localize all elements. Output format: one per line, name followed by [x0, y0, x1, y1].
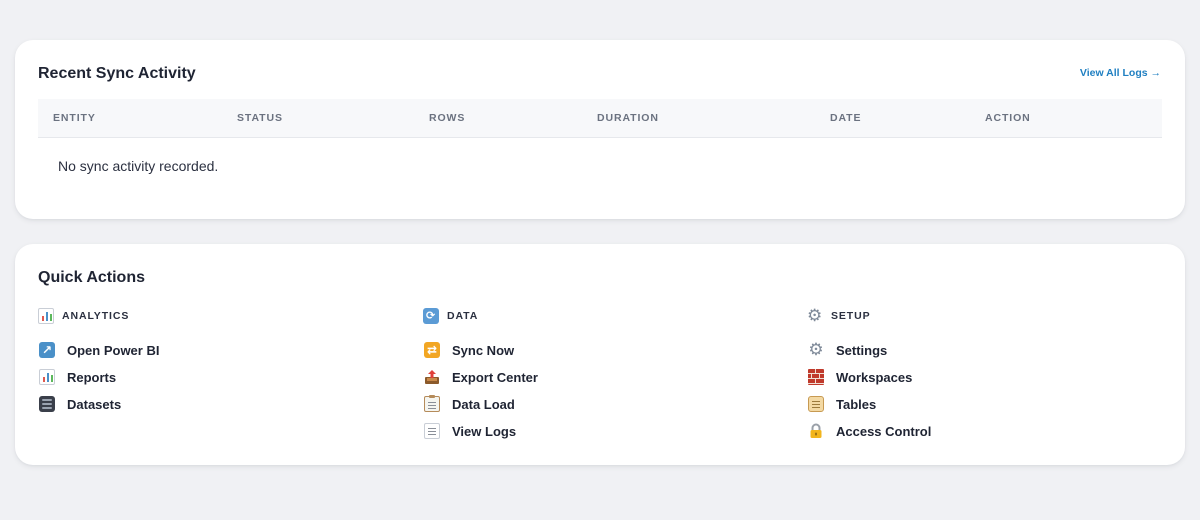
group-title-setup: SETUP — [831, 310, 871, 322]
action-access-control[interactable]: Access Control — [807, 422, 931, 440]
bar-chart-icon — [38, 368, 56, 386]
sync-table-header: ENTITY STATUS ROWS DURATION DATE ACTION — [38, 99, 1162, 138]
column-header-rows: ROWS — [429, 112, 466, 124]
group-title-analytics: ANALYTICS — [62, 310, 130, 322]
refresh-icon: ⟳ — [423, 308, 439, 324]
action-sync-now[interactable]: ⇄ Sync Now — [423, 341, 514, 359]
group-title-data: DATA — [447, 310, 479, 322]
action-label: Settings — [836, 342, 888, 358]
quick-actions-card: Quick Actions ANALYTICS ↗ Open Power BI … — [15, 244, 1185, 465]
action-view-logs[interactable]: View Logs — [423, 422, 516, 440]
database-icon — [38, 395, 56, 413]
action-label: View Logs — [452, 423, 517, 439]
view-all-logs-link[interactable]: View All Logs → — [1080, 67, 1161, 79]
group-heading-setup: ⚙ SETUP — [807, 306, 871, 326]
action-label: Access Control — [836, 423, 932, 439]
sync-card-title: Recent Sync Activity — [38, 65, 196, 82]
action-label: Workspaces — [836, 369, 913, 385]
action-label: Sync Now — [452, 342, 515, 358]
clipboard-icon — [423, 395, 441, 413]
brick-icon — [807, 368, 825, 386]
bar-chart-icon — [38, 308, 54, 324]
group-heading-analytics: ANALYTICS — [38, 308, 129, 324]
action-reports[interactable]: Reports — [38, 368, 116, 386]
lock-icon — [807, 422, 825, 440]
column-header-duration: DURATION — [597, 112, 659, 124]
action-label: Export Center — [452, 369, 538, 385]
external-arrow-icon: ↗ — [38, 341, 56, 359]
sync-icon: ⇄ — [423, 341, 441, 359]
action-tables[interactable]: Tables — [807, 395, 876, 413]
action-open-power-bi[interactable]: ↗ Open Power BI — [38, 341, 159, 359]
action-label: Datasets — [67, 396, 122, 412]
bookmark-tabs-icon — [423, 422, 441, 440]
action-label: Open Power BI — [67, 342, 160, 358]
action-workspaces[interactable]: Workspaces — [807, 368, 912, 386]
empty-state-message: No sync activity recorded. — [58, 158, 219, 174]
action-label: Data Load — [452, 396, 515, 412]
gear-icon: ⚙ — [807, 306, 824, 326]
action-label: Tables — [836, 396, 877, 412]
column-header-status: STATUS — [237, 112, 283, 124]
gear-icon: ⚙ — [808, 340, 824, 360]
action-data-load[interactable]: Data Load — [423, 395, 515, 413]
outbox-tray-icon — [423, 368, 441, 386]
quick-actions-title: Quick Actions — [38, 269, 145, 286]
action-datasets[interactable]: Datasets — [38, 395, 121, 413]
scroll-icon — [807, 395, 825, 413]
column-header-entity: ENTITY — [53, 112, 96, 124]
action-export-center[interactable]: Export Center — [423, 368, 538, 386]
group-heading-data: ⟳ DATA — [423, 308, 478, 324]
column-header-action: ACTION — [985, 112, 1031, 124]
recent-sync-activity-card: Recent Sync Activity View All Logs → ENT… — [15, 40, 1185, 219]
action-label: Reports — [67, 369, 117, 385]
column-header-date: DATE — [830, 112, 862, 124]
action-settings[interactable]: ⚙ Settings — [807, 341, 887, 359]
